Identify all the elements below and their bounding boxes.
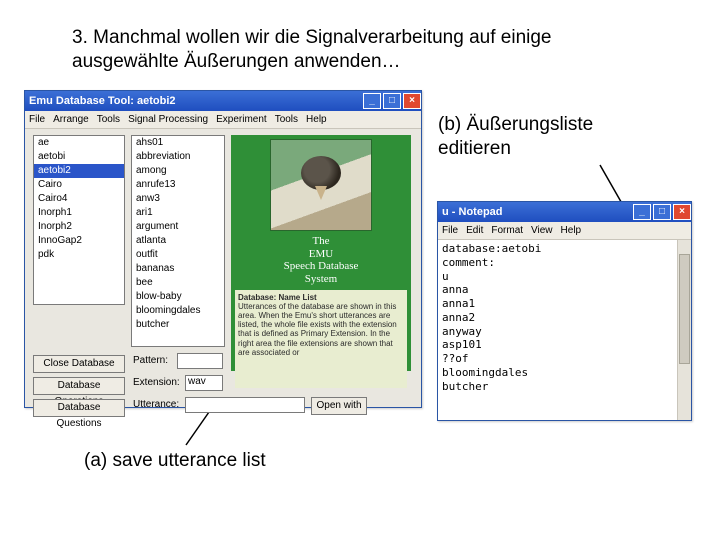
- list-item[interactable]: ae: [34, 136, 124, 150]
- list-item[interactable]: Inorph2: [34, 220, 124, 234]
- list-item[interactable]: blow-baby: [132, 290, 224, 304]
- list-item[interactable]: atlanta: [132, 234, 224, 248]
- close-button[interactable]: ×: [403, 93, 421, 109]
- menu-tools-2[interactable]: Tools: [275, 114, 298, 125]
- database-operations-button[interactable]: Database Operations: [33, 377, 125, 395]
- list-item[interactable]: Cairo4: [34, 192, 124, 206]
- utterance-input[interactable]: [185, 397, 305, 413]
- list-item[interactable]: abbreviation: [132, 150, 224, 164]
- menu-help[interactable]: Help: [561, 225, 582, 236]
- scrollbar-thumb[interactable]: [679, 254, 690, 364]
- extension-label: Extension:: [133, 377, 180, 388]
- list-item[interactable]: pdk: [34, 248, 124, 262]
- emu-system-title: The EMU Speech Database System: [235, 235, 407, 286]
- list-item[interactable]: aetobi: [34, 150, 124, 164]
- menu-experiment[interactable]: Experiment: [216, 114, 267, 125]
- menu-view[interactable]: View: [531, 225, 553, 236]
- notepad-menubar: File Edit Format View Help: [438, 222, 691, 240]
- minimize-button[interactable]: _: [633, 204, 651, 220]
- list-item[interactable]: ari1: [132, 206, 224, 220]
- menu-tools[interactable]: Tools: [97, 114, 120, 125]
- scrollbar[interactable]: [677, 240, 691, 420]
- menu-edit[interactable]: Edit: [466, 225, 483, 236]
- maximize-button[interactable]: □: [653, 204, 671, 220]
- menu-help[interactable]: Help: [306, 114, 327, 125]
- caption-b: (b) Äußerungsliste editieren: [438, 113, 658, 161]
- menu-arrange[interactable]: Arrange: [53, 114, 89, 125]
- info-description: Database: Name List Utterances of the da…: [235, 290, 407, 388]
- utterance-listbox[interactable]: ahs01 abbreviation among anrufe13 anw3 a…: [131, 135, 225, 347]
- close-button[interactable]: ×: [673, 204, 691, 220]
- extension-input[interactable]: wav: [185, 375, 223, 391]
- close-database-button[interactable]: Close Database: [33, 355, 125, 373]
- list-item[interactable]: aetobi2: [34, 164, 124, 178]
- emu-window-title: Emu Database Tool: aetobi2: [29, 95, 176, 107]
- database-questions-button[interactable]: Database Questions: [33, 399, 125, 417]
- menu-file[interactable]: File: [29, 114, 45, 125]
- info-panel: The EMU Speech Database System Database:…: [231, 135, 411, 371]
- list-item[interactable]: Inorph1: [34, 206, 124, 220]
- list-item[interactable]: among: [132, 164, 224, 178]
- list-item[interactable]: outfit: [132, 248, 224, 262]
- emu-menubar: File Arrange Tools Signal Processing Exp…: [25, 111, 421, 129]
- list-item[interactable]: bee: [132, 276, 224, 290]
- pattern-label: Pattern:: [133, 355, 168, 366]
- caption-a: (a) save utterance list: [84, 450, 266, 472]
- list-item[interactable]: bananas: [132, 262, 224, 276]
- list-item[interactable]: butcher: [132, 318, 224, 332]
- pattern-input[interactable]: [177, 353, 223, 369]
- emu-window: Emu Database Tool: aetobi2 _ □ × File Ar…: [24, 90, 422, 408]
- emu-titlebar[interactable]: Emu Database Tool: aetobi2 _ □ ×: [25, 91, 421, 111]
- menu-file[interactable]: File: [442, 225, 458, 236]
- notepad-window: u - Notepad _ □ × File Edit Format View …: [437, 201, 692, 421]
- minimize-button[interactable]: _: [363, 93, 381, 109]
- notepad-text-area[interactable]: database:aetobi comment: u anna anna1 an…: [442, 242, 675, 393]
- list-item[interactable]: argument: [132, 220, 224, 234]
- open-with-button[interactable]: Open with: [311, 397, 367, 415]
- list-item[interactable]: bloomingdales: [132, 304, 224, 318]
- list-item[interactable]: anw3: [132, 192, 224, 206]
- maximize-button[interactable]: □: [383, 93, 401, 109]
- list-item[interactable]: ahs01: [132, 136, 224, 150]
- utterance-label: Utterance:: [133, 399, 179, 410]
- database-listbox[interactable]: ae aetobi aetobi2 Cairo Cairo4 Inorph1 I…: [33, 135, 125, 305]
- notepad-titlebar[interactable]: u - Notepad _ □ ×: [438, 202, 691, 222]
- desc-body: Utterances of the database are shown in …: [238, 302, 397, 357]
- desc-title: Database: Name List: [238, 293, 317, 302]
- emu-image: [270, 139, 372, 231]
- slide-title: 3. Manchmal wollen wir die Signalverarbe…: [72, 26, 592, 74]
- list-item[interactable]: anrufe13: [132, 178, 224, 192]
- menu-signal-processing[interactable]: Signal Processing: [128, 114, 208, 125]
- list-item[interactable]: InnoGap2: [34, 234, 124, 248]
- menu-format[interactable]: Format: [491, 225, 523, 236]
- list-item[interactable]: Cairo: [34, 178, 124, 192]
- notepad-window-title: u - Notepad: [442, 206, 503, 218]
